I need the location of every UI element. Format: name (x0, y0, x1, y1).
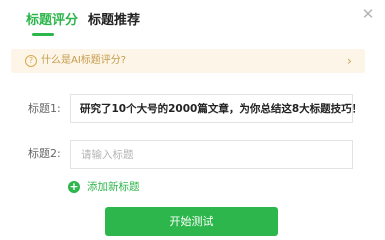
help-banner-text: 什么是AI标题评分? (41, 55, 127, 66)
add-title-label: 添加新标题 (87, 181, 140, 193)
chevron-right-icon: › (347, 54, 352, 68)
start-test-button[interactable]: 开始测试 (105, 207, 278, 236)
close-icon[interactable]: ✕ (360, 6, 376, 22)
tab-bar: 标题评分 标题推荐 ✕ (0, 0, 385, 40)
title-2-label: 标题2: (28, 147, 61, 160)
title-2-input[interactable] (71, 141, 352, 168)
title-1-value: 研究了10个大号的2000篇文章，为你总结这8大标题技巧！ (80, 103, 363, 115)
title-1-label: 标题1: (28, 102, 61, 115)
plus-circle-icon: + (68, 180, 80, 193)
title-1-field[interactable]: 研究了10个大号的2000篇文章，为你总结这8大标题技巧！ (70, 94, 362, 123)
tab-title-recommend[interactable]: 标题推荐 (88, 12, 140, 30)
question-circle-icon: ? (25, 55, 37, 67)
title-2-field (70, 140, 353, 169)
ai-score-help-banner[interactable]: ? 什么是AI标题评分? › (11, 49, 365, 73)
active-tab-indicator (32, 33, 54, 36)
tab-title-score[interactable]: 标题评分 (26, 12, 78, 30)
